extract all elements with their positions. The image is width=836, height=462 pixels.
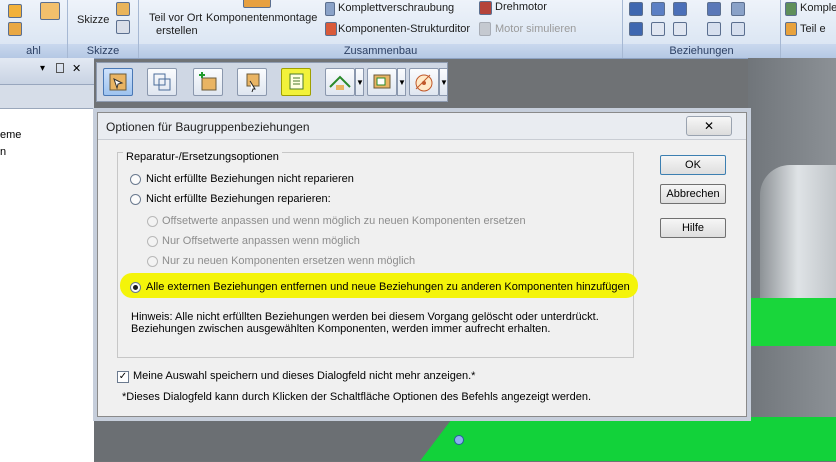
radio-repair[interactable] bbox=[130, 194, 141, 205]
select-tool-button[interactable] bbox=[103, 68, 133, 96]
angle-button[interactable] bbox=[409, 68, 439, 96]
drehmotor-button[interactable]: Drehmotor bbox=[495, 1, 547, 13]
remember-checkbox-label: Meine Auswahl speichern und dieses Dialo… bbox=[133, 370, 476, 382]
teil-vor-ort-button[interactable]: Teil vor Ort bbox=[149, 12, 202, 24]
relation-icon-6[interactable] bbox=[629, 22, 643, 36]
select-icon[interactable] bbox=[8, 4, 22, 18]
ribbon-group-zusammenbau: Teil vor Ort erstellen Komponentenmontag… bbox=[139, 0, 623, 58]
add-component-button[interactable] bbox=[193, 68, 223, 96]
mate-icon bbox=[329, 75, 351, 90]
ribbon-group-skizze: Skizze Skizze bbox=[68, 0, 139, 58]
ribbon-group-beziehungen: Beziehungen bbox=[623, 0, 781, 58]
close-button[interactable]: ✕ bbox=[686, 116, 732, 136]
select-part-icon[interactable] bbox=[40, 2, 60, 20]
relation-icon-2[interactable] bbox=[651, 2, 665, 16]
relation-icon-3[interactable] bbox=[673, 2, 687, 16]
structure-editor-icon[interactable] bbox=[325, 22, 337, 36]
pin-icon[interactable] bbox=[56, 63, 64, 73]
ribbon-group-rest: Komplett Teil e bbox=[781, 0, 836, 58]
browser-panel-header: ▾ ✕ bbox=[0, 58, 94, 85]
radio-sub-offset-replace bbox=[147, 216, 158, 227]
select-tool-icon bbox=[109, 73, 127, 91]
align-icon bbox=[373, 74, 391, 89]
tree-item[interactable]: n bbox=[0, 146, 6, 158]
option-repair-label: Nicht erfüllte Beziehungen reparieren: bbox=[146, 193, 331, 205]
mate-dropdown[interactable]: ▼ bbox=[355, 68, 364, 96]
footnote-text: *Dieses Dialogfeld kann durch Klicken de… bbox=[122, 391, 592, 403]
sketch-options-icon[interactable] bbox=[116, 20, 130, 34]
ribbon: ahl Skizze Skizze Teil vor Ort erstellen… bbox=[0, 0, 836, 59]
relation-icon-10[interactable] bbox=[731, 22, 745, 36]
hint-text-line2: Beziehungen zwischen ausgewählten Kompon… bbox=[131, 323, 551, 335]
dialog-titlebar: Optionen für Baugruppenbeziehungen ✕ bbox=[98, 113, 746, 140]
teil-icon[interactable] bbox=[785, 22, 797, 36]
options-icon bbox=[289, 73, 304, 90]
align-button[interactable] bbox=[367, 68, 397, 96]
options-button[interactable] bbox=[281, 68, 311, 96]
group-caption: Zusammenbau bbox=[139, 44, 622, 58]
dialog-title: Optionen für Baugruppenbeziehungen bbox=[106, 120, 310, 134]
remember-checkbox[interactable]: ✓ bbox=[117, 371, 129, 383]
option-sub1-label: Offsetwerte anpassen und wenn möglich zu… bbox=[162, 215, 526, 227]
option-sub3-label: Nur zu neuen Komponenten ersetzen wenn m… bbox=[162, 255, 416, 267]
option-sub2-label: Nur Offsetwerte anpassen wenn möglich bbox=[162, 235, 360, 247]
relation-icon-4[interactable] bbox=[707, 2, 721, 16]
struktureditor-button[interactable]: Komponenten-Strukturditor bbox=[338, 23, 470, 35]
option-no-repair-label: Nicht erfüllte Beziehungen nicht reparie… bbox=[146, 173, 354, 185]
radio-no-repair[interactable] bbox=[130, 174, 141, 185]
teil-erstellen-label: erstellen bbox=[156, 25, 198, 37]
komplett-icon[interactable] bbox=[785, 2, 797, 16]
radio-remove-all[interactable] bbox=[130, 282, 141, 293]
filter-icon[interactable] bbox=[8, 22, 22, 36]
motor-icon[interactable] bbox=[479, 1, 492, 15]
radio-sub-offset-only bbox=[147, 236, 158, 247]
insert-part-icon bbox=[246, 73, 260, 93]
screw-icon[interactable] bbox=[325, 2, 335, 16]
handle-point[interactable] bbox=[454, 435, 464, 445]
komplettverschraubung-button[interactable]: Komplettverschraubung bbox=[338, 2, 454, 14]
group-caption bbox=[781, 44, 836, 58]
green-part[interactable] bbox=[742, 298, 836, 346]
group-caption: Beziehungen bbox=[623, 44, 780, 58]
help-button[interactable]: Hilfe bbox=[660, 218, 726, 238]
panel-dropdown-icon[interactable]: ▾ bbox=[40, 63, 45, 74]
sketch-icon[interactable] bbox=[116, 2, 130, 16]
green-part-bottom[interactable] bbox=[420, 417, 836, 461]
relation-icon-5[interactable] bbox=[731, 2, 745, 16]
add-component-icon bbox=[199, 72, 217, 91]
copy-frame-button[interactable] bbox=[147, 68, 177, 96]
option-remove-all-label: Alle externen Beziehungen entfernen und … bbox=[146, 281, 630, 293]
teil-button[interactable]: Teil e bbox=[800, 23, 826, 35]
copy-frame-icon bbox=[153, 73, 171, 91]
hint-text-line1: Hinweis: Alle nicht erfüllten Beziehunge… bbox=[131, 311, 599, 323]
komponentenmontage-button[interactable]: Komponentenmontage bbox=[206, 12, 317, 24]
align-dropdown[interactable]: ▼ bbox=[397, 68, 406, 96]
simulate-icon bbox=[479, 22, 491, 36]
panel-close-icon[interactable]: ✕ bbox=[72, 62, 81, 75]
ribbon-group-auswahl: ahl bbox=[0, 0, 68, 58]
komplett-button[interactable]: Komplett bbox=[800, 2, 836, 14]
tree-item[interactable]: eme bbox=[0, 129, 21, 141]
skizze-button[interactable]: Skizze bbox=[77, 14, 109, 26]
radio-sub-replace-only bbox=[147, 256, 158, 267]
motor-simulieren-button: Motor simulieren bbox=[495, 23, 577, 35]
ok-button[interactable]: OK bbox=[660, 155, 726, 175]
relation-icon-9[interactable] bbox=[707, 22, 721, 36]
cylinder-part[interactable] bbox=[760, 165, 836, 315]
angle-icon bbox=[415, 74, 433, 92]
relation-icon-7[interactable] bbox=[651, 22, 665, 36]
insert-part-button[interactable] bbox=[237, 68, 267, 96]
group-caption: ahl bbox=[0, 44, 67, 58]
relation-icon-8[interactable] bbox=[673, 22, 687, 36]
mate-button[interactable] bbox=[325, 68, 355, 96]
relation-icon-1[interactable] bbox=[629, 2, 643, 16]
group-label: Reparatur-/Ersetzungsoptionen bbox=[123, 151, 282, 163]
browser-tree[interactable]: eme n bbox=[0, 108, 94, 462]
command-bar: ▼ ▼ ▼ bbox=[96, 62, 448, 102]
component-montage-icon[interactable] bbox=[243, 0, 271, 8]
cancel-button[interactable]: Abbrechen bbox=[660, 184, 726, 204]
group-caption: Skizze bbox=[68, 44, 138, 58]
angle-dropdown[interactable]: ▼ bbox=[439, 68, 448, 96]
